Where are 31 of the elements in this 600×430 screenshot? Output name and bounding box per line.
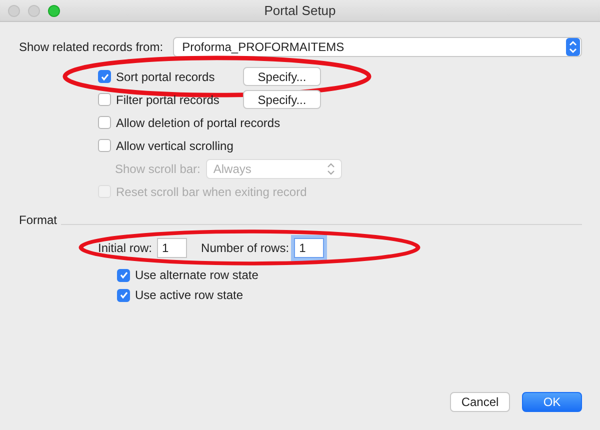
checkbox-label: Allow deletion of portal records [116, 116, 280, 130]
checkbox-label: Reset scroll bar when exiting record [116, 184, 307, 198]
checkbox-label: Filter portal records [116, 92, 220, 106]
minimize-button[interactable] [28, 4, 40, 16]
field-label: Show scroll bar: [115, 162, 200, 176]
ok-button[interactable]: OK [522, 392, 582, 412]
checkbox-label: Allow vertical scrolling [116, 138, 234, 152]
specify-button[interactable]: Specify... [243, 90, 321, 109]
field-label: Number of rows: [201, 241, 290, 255]
cancel-button[interactable]: Cancel [450, 392, 510, 412]
zoom-button[interactable] [48, 4, 60, 16]
checkbox[interactable] [117, 268, 130, 282]
dropdown-arrows-icon [566, 38, 580, 56]
specify-button[interactable]: Specify... [243, 67, 321, 86]
checkbox[interactable] [98, 139, 111, 152]
checkbox[interactable] [98, 116, 111, 129]
section-title: Format [19, 213, 58, 227]
checkbox-label: Use alternate row state [135, 268, 258, 282]
checkbox[interactable] [98, 70, 111, 83]
checkbox[interactable] [117, 288, 130, 302]
window-title: Portal Setup [264, 3, 336, 18]
dropdown-arrows-icon [327, 162, 336, 174]
field-label: Show related records from: [19, 40, 164, 54]
checkbox-label: Use active row state [135, 288, 244, 302]
close-button[interactable] [8, 4, 20, 16]
field-label: Initial row: [98, 241, 152, 255]
checkbox-label: Sort portal records [116, 70, 215, 84]
related-records-dropdown[interactable]: Proforma_PROFORMAITEMS [173, 37, 582, 57]
initial-row-field[interactable]: 1 [157, 238, 188, 258]
checkbox[interactable] [98, 93, 111, 106]
number-of-rows-field[interactable]: 1 [294, 238, 324, 258]
